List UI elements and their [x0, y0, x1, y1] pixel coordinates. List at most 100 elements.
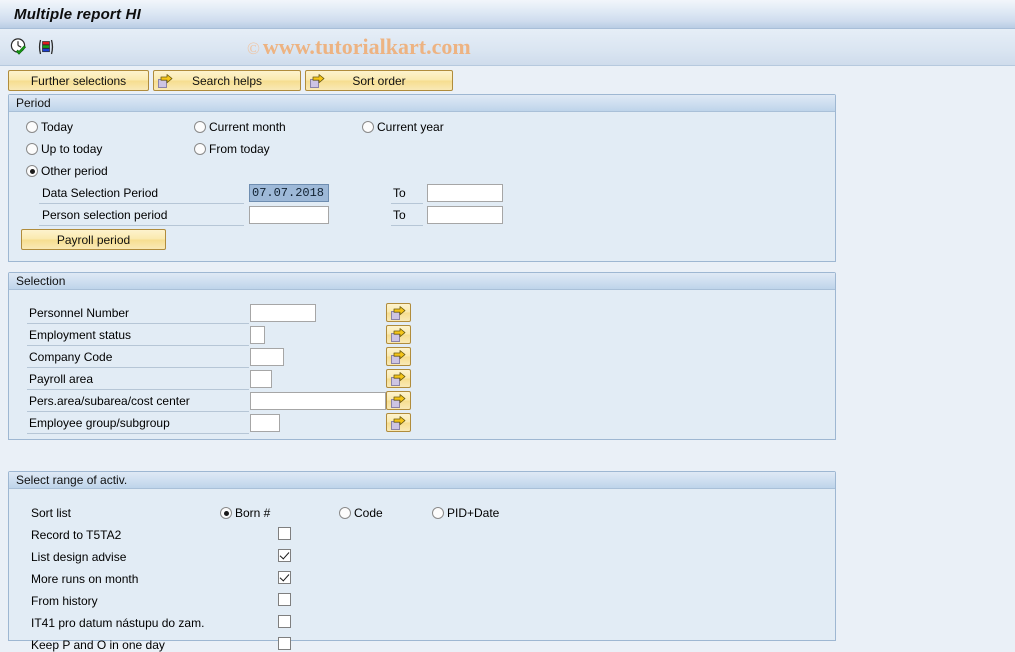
arrow-right-icon	[391, 393, 406, 408]
arrow-right-icon	[391, 415, 406, 430]
page-title: Multiple report HI	[14, 5, 141, 23]
activities-panel-body: Sort list Born # Code PID+Date Record to…	[9, 489, 835, 652]
window-title-bar: Multiple report HI	[0, 0, 1015, 29]
radio-current-year[interactable]: Current year	[362, 120, 444, 134]
employment-status-field[interactable]	[250, 326, 265, 344]
employment-status-label: Employment status	[29, 328, 132, 342]
multiple-selection-button[interactable]	[386, 413, 411, 432]
radio-sort-born[interactable]: Born #	[220, 506, 270, 520]
company-code-field[interactable]	[250, 348, 284, 366]
sort-order-label: Sort order	[352, 73, 406, 88]
list-design-advise-checkbox[interactable]	[278, 549, 291, 562]
label-underline	[39, 203, 244, 204]
selection-panel-title: Selection	[16, 274, 66, 288]
multiple-selection-button[interactable]	[386, 303, 411, 322]
arrow-right-icon	[158, 73, 173, 88]
radio-sort-pid-date[interactable]: PID+Date	[432, 506, 499, 520]
pers-area-subarea-cost-center-field[interactable]	[250, 392, 386, 410]
radio-from-today[interactable]: From today	[194, 142, 270, 156]
radio-current-month[interactable]: Current month	[194, 120, 286, 134]
radio-label: Current year	[377, 120, 444, 134]
application-toolbar: © www.tutorialkart.com	[0, 29, 1015, 66]
radio-label: Born #	[235, 506, 271, 520]
arrow-right-icon	[391, 327, 406, 342]
arrow-right-icon	[391, 371, 406, 386]
radio-button[interactable]	[362, 121, 374, 133]
from-history-checkbox[interactable]	[278, 593, 291, 606]
radio-button[interactable]	[26, 121, 38, 133]
label-underline	[27, 367, 249, 368]
radio-button[interactable]	[339, 507, 351, 519]
payroll-area-field[interactable]	[250, 370, 272, 388]
activities-panel-title: Select range of activ.	[16, 473, 128, 487]
it41-datum-nastupu-label: IT41 pro datum nástupu do zam.	[31, 616, 205, 630]
sort-list-label: Sort list	[31, 506, 72, 520]
copyright-symbol: ©	[247, 39, 260, 58]
radio-button[interactable]	[220, 507, 232, 519]
record-to-t5ta2-checkbox[interactable]	[278, 527, 291, 540]
period-panel-header: Period	[9, 95, 835, 112]
radio-button[interactable]	[432, 507, 444, 519]
company-code-label: Company Code	[29, 350, 113, 364]
person-selection-period-to-field[interactable]	[427, 206, 503, 224]
period-panel-title: Period	[16, 96, 51, 110]
arrow-right-icon	[391, 349, 406, 364]
period-panel-body: Today Current month Current year Up to t…	[9, 112, 835, 261]
record-to-t5ta2-label: Record to T5TA2	[31, 528, 122, 542]
radio-label: From today	[209, 142, 270, 156]
radio-label: Current month	[209, 120, 286, 134]
data-selection-period-from-field[interactable]	[249, 184, 329, 202]
search-helps-label: Search helps	[191, 73, 263, 88]
panel-gap	[0, 440, 1015, 471]
person-selection-period-label: Person selection period	[42, 208, 168, 222]
radio-button[interactable]	[194, 143, 206, 155]
radio-label: Today	[41, 120, 74, 134]
list-design-advise-label: List design advise	[31, 550, 127, 564]
sort-order-button[interactable]: Sort order	[305, 70, 453, 91]
label-underline	[27, 323, 249, 324]
personnel-number-label: Personnel Number	[29, 306, 130, 320]
label-underline	[27, 433, 249, 434]
employee-group-subgroup-field[interactable]	[250, 414, 280, 432]
further-selections-button[interactable]: Further selections	[8, 70, 149, 91]
panel-gap	[0, 262, 1015, 272]
search-helps-button[interactable]: Search helps	[153, 70, 301, 91]
period-panel: Period Today Current month Current year …	[8, 94, 836, 262]
it41-datum-nastupu-checkbox[interactable]	[278, 615, 291, 628]
radio-label: Other period	[41, 164, 108, 178]
multiple-selection-button[interactable]	[386, 325, 411, 344]
person-selection-period-from-field[interactable]	[249, 206, 329, 224]
radio-other-period[interactable]: Other period	[26, 164, 108, 178]
label-underline	[27, 411, 249, 412]
employee-group-subgroup-label: Employee group/subgroup	[29, 416, 170, 430]
payroll-period-button[interactable]: Payroll period	[21, 229, 166, 250]
label-underline	[391, 203, 423, 204]
radio-button[interactable]	[26, 165, 38, 177]
radio-button[interactable]	[26, 143, 38, 155]
variant-bars-icon[interactable]	[35, 36, 57, 58]
label-underline	[39, 225, 244, 226]
multiple-selection-button[interactable]	[386, 369, 411, 388]
more-runs-on-month-label: More runs on month	[31, 572, 139, 586]
data-selection-period-label: Data Selection Period	[42, 186, 159, 200]
multiple-selection-button[interactable]	[386, 347, 411, 366]
radio-today[interactable]: Today	[26, 120, 73, 134]
watermark-text: www.tutorialkart.com	[262, 34, 471, 59]
radio-label: Up to today	[41, 142, 103, 156]
execute-with-check-icon[interactable]	[8, 36, 30, 58]
radio-label: Code	[354, 506, 383, 520]
payroll-area-label: Payroll area	[29, 372, 94, 386]
more-runs-on-month-checkbox[interactable]	[278, 571, 291, 584]
radio-sort-code[interactable]: Code	[339, 506, 383, 520]
multiple-selection-button[interactable]	[386, 391, 411, 410]
radio-up-to-today[interactable]: Up to today	[26, 142, 102, 156]
person-selection-period-to-label: To	[393, 208, 406, 222]
watermark: © www.tutorialkart.com	[247, 34, 471, 60]
activities-panel-header: Select range of activ.	[9, 472, 835, 489]
label-underline	[391, 225, 423, 226]
personnel-number-field[interactable]	[250, 304, 316, 322]
radio-button[interactable]	[194, 121, 206, 133]
selection-panel-body: Personnel Number Employment status Compa…	[9, 290, 835, 439]
keep-p-and-o-in-one-day-label: Keep P and O in one day	[31, 638, 165, 652]
data-selection-period-to-field[interactable]	[427, 184, 503, 202]
